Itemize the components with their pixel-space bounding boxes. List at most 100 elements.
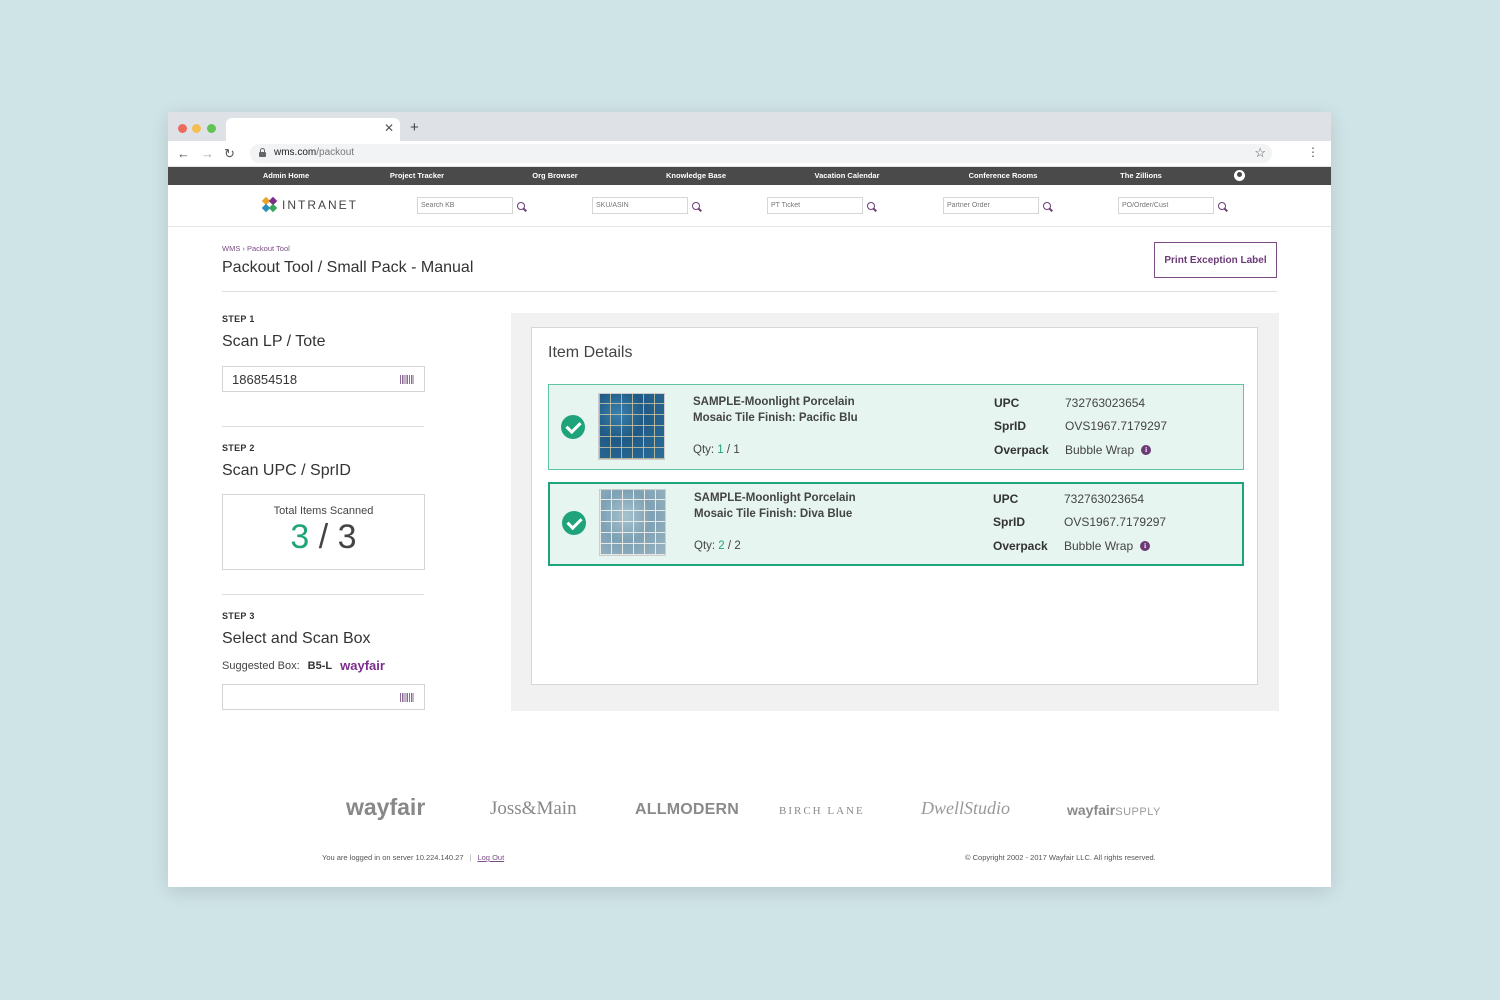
sprid-label: SprID — [993, 515, 1026, 529]
overpack-value: Bubble Wrap i — [1065, 443, 1152, 457]
partner-order-search-button[interactable] — [1039, 197, 1055, 214]
total-items-label: Total Items Scanned — [273, 505, 374, 517]
po-order-cust-input[interactable] — [1118, 197, 1214, 214]
step1-label: STEP 1 — [222, 314, 255, 324]
item-row[interactable]: SAMPLE-Moonlight Porcelain Mosaic Tile F… — [548, 384, 1244, 470]
search-pt-ticket — [767, 197, 879, 214]
nav-the-zillions[interactable]: The Zillions — [1120, 171, 1162, 180]
divider — [222, 594, 424, 595]
nav-project-tracker[interactable]: Project Tracker — [390, 171, 444, 180]
upc-label: UPC — [993, 492, 1019, 506]
browser-tab[interactable]: ✕ — [226, 118, 400, 141]
forward-arrow-icon[interactable]: → — [201, 146, 214, 161]
search-icon — [517, 201, 525, 210]
upc-value: 732763023654 — [1064, 492, 1145, 506]
step2-label: STEP 2 — [222, 443, 255, 453]
search-partner-order — [943, 197, 1055, 214]
bookmark-star-icon[interactable]: ☆ — [1254, 145, 1266, 161]
partner-order-input[interactable] — [943, 197, 1039, 214]
breadcrumb[interactable]: WMS › Packout Tool — [222, 244, 290, 253]
intranet-logo[interactable]: INTRANET — [261, 196, 358, 213]
top-nav: Admin Home Project Tracker Org Browser K… — [168, 167, 1331, 185]
check-circle-icon — [562, 511, 586, 535]
step3-label: STEP 3 — [222, 611, 255, 621]
step2-title: Scan UPC / SprID — [222, 462, 351, 479]
divider — [222, 291, 1277, 292]
sprid-value: OVS1967.7179297 — [1065, 419, 1168, 433]
item-name: SAMPLE-Moonlight Porcelain Mosaic Tile F… — [693, 396, 858, 424]
search-sku — [592, 197, 704, 214]
close-window-button[interactable] — [178, 124, 187, 133]
new-tab-icon[interactable]: + — [410, 119, 419, 136]
user-account-icon[interactable] — [1234, 170, 1245, 181]
item-details-title: Item Details — [548, 344, 633, 361]
box-scan-input[interactable] — [222, 684, 425, 710]
search-kb-button[interactable] — [513, 197, 529, 214]
pt-ticket-search-button[interactable] — [863, 197, 879, 214]
maximize-window-button[interactable] — [207, 124, 216, 133]
birch-lane-brand-logo[interactable]: BIRCH LANE — [779, 805, 865, 817]
search-kb — [417, 197, 529, 214]
intranet-logo-icon — [261, 196, 278, 213]
intranet-header: INTRANET — [168, 185, 1331, 227]
address-bar[interactable]: wms.com/packout ☆ — [250, 144, 1272, 163]
overpack-value: Bubble Wrap i — [1064, 539, 1151, 553]
print-exception-label-button[interactable]: Print Exception Label — [1154, 242, 1277, 278]
lock-icon — [259, 148, 266, 157]
nav-admin-home[interactable]: Admin Home — [263, 171, 309, 180]
pt-ticket-input[interactable] — [767, 197, 863, 214]
search-icon — [692, 201, 700, 210]
sku-asin-input[interactable] — [592, 197, 688, 214]
back-arrow-icon[interactable]: ← — [177, 146, 190, 161]
step3-title: Select and Scan Box — [222, 630, 371, 647]
sprid-label: SprID — [994, 419, 1027, 433]
scanned-count: 3 — [290, 518, 310, 556]
sprid-value: OVS1967.7179297 — [1064, 515, 1167, 529]
sku-search-button[interactable] — [688, 197, 704, 214]
item-name: SAMPLE-Moonlight Porcelain Mosaic Tile F… — [694, 492, 856, 520]
url-text: wms.com/packout — [274, 147, 355, 158]
wayfair-brand-logo[interactable]: wayfair — [346, 794, 425, 821]
info-icon[interactable]: i — [1140, 541, 1151, 551]
browser-menu-icon[interactable]: ⋮ — [1307, 145, 1319, 159]
total-count: 3 — [337, 518, 357, 556]
dwellstudio-brand-logo[interactable]: DwellStudio — [921, 798, 1010, 819]
suggested-box-value: B5-L — [307, 659, 333, 672]
check-circle-icon — [561, 415, 585, 439]
tab-close-icon[interactable]: ✕ — [384, 121, 394, 135]
lp-tote-value: 186854518 — [232, 372, 298, 387]
search-po-order — [1118, 197, 1230, 214]
total-items-count: 3 / 3 — [290, 518, 357, 556]
product-thumbnail — [598, 393, 665, 460]
lp-tote-input[interactable]: 186854518 — [222, 366, 425, 392]
po-order-search-button[interactable] — [1214, 197, 1230, 214]
allmodern-brand-logo[interactable]: ALLMODERN — [635, 801, 739, 819]
wayfair-supply-brand-logo[interactable]: wayfairSUPPLY — [1067, 802, 1161, 818]
step1-title: Scan LP / Tote — [222, 333, 326, 350]
item-details-card: Item Details SAMPLE-Moonlight Porcelain … — [531, 327, 1258, 685]
overpack-label: Overpack — [993, 539, 1048, 553]
log-out-link[interactable]: Log Out — [477, 853, 504, 862]
reload-icon[interactable]: ↻ — [224, 146, 235, 162]
upc-value: 732763023654 — [1065, 396, 1146, 410]
divider — [222, 426, 424, 427]
nav-vacation-calendar[interactable]: Vacation Calendar — [814, 171, 879, 180]
info-icon[interactable]: i — [1141, 445, 1152, 455]
overpack-label: Overpack — [994, 443, 1049, 457]
search-kb-input[interactable] — [417, 197, 513, 214]
browser-window: ✕ + ← → ↻ wms.com/packout ☆ ⋮ Admin Home… — [168, 112, 1331, 887]
suggested-box: Suggested Box: B5-L wayfair — [222, 658, 385, 673]
barcode-icon — [400, 375, 414, 384]
nav-org-browser[interactable]: Org Browser — [532, 171, 577, 180]
search-icon — [1043, 201, 1051, 210]
server-info: You are logged in on server 10.224.140.2… — [322, 853, 505, 862]
nav-knowledge-base[interactable]: Knowledge Base — [666, 171, 726, 180]
copyright: © Copyright 2002 - 2017 Wayfair LLC. All… — [965, 853, 1156, 862]
joss-main-brand-logo[interactable]: Joss&Main — [490, 798, 577, 820]
nav-conference-rooms[interactable]: Conference Rooms — [969, 171, 1038, 180]
product-thumbnail — [599, 489, 666, 556]
minimize-window-button[interactable] — [192, 124, 201, 133]
item-row[interactable]: SAMPLE-Moonlight Porcelain Mosaic Tile F… — [548, 482, 1244, 566]
barcode-icon — [400, 693, 414, 702]
item-qty: Qty: 1 / 1 — [693, 444, 740, 456]
